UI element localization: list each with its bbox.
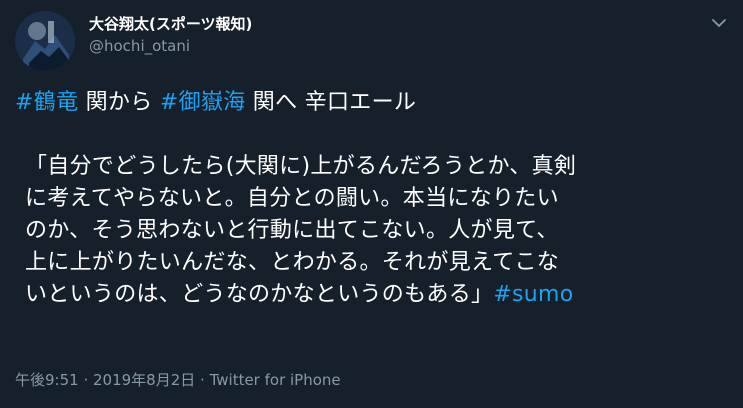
tweet-line-last: いというのは、どうなのかなというのもある」#sumo	[15, 279, 730, 311]
tweet-time[interactable]: 午後9:51	[15, 371, 79, 389]
hashtag-link[interactable]: #御嶽海	[160, 90, 246, 115]
tweet-text-segment: 関へ 辛口エール	[245, 90, 417, 115]
meta-separator: ·	[195, 371, 210, 389]
avatar[interactable]	[15, 11, 75, 71]
tweet-text-segment: 関から	[78, 90, 160, 115]
tweet-source[interactable]: Twitter for iPhone	[210, 371, 341, 389]
user-block[interactable]: 大谷翔太(スポーツ報知) @hochi_otani	[89, 14, 252, 56]
tweet-text: #鶴竜 関から #御嶽海 関へ 辛口エール 「自分でどうしたら(大関に)上がるん…	[15, 87, 730, 311]
display-name[interactable]: 大谷翔太(スポーツ報知)	[89, 14, 252, 34]
tweet-line: に考えてやらないと。自分との闘い。本当になりたい	[25, 186, 559, 211]
chevron-down-icon[interactable]	[710, 14, 728, 32]
tweet-line: 上に上がりたいんだな、とわかる。それが見えてこな	[25, 250, 560, 275]
tweet-line: のか、そう思わないと行動に出てこない。人が見て、	[25, 218, 559, 243]
tweet-text-segment: いというのは、どうなのかなというのもある」	[25, 282, 494, 307]
hashtag-link[interactable]: #鶴竜	[15, 90, 78, 115]
tweet-line: 「自分でどうしたら(大関に)上がるんだろうとか、真剣	[25, 154, 577, 179]
tweet-line-1: #鶴竜 関から #御嶽海 関へ 辛口エール	[15, 87, 730, 119]
hashtag-link[interactable]: #sumo	[493, 282, 573, 307]
tweet-metadata: 午後9:51 · 2019年8月2日 · Twitter for iPhone	[15, 370, 341, 390]
avatar-image	[15, 11, 75, 71]
tweet-card: 大谷翔太(スポーツ報知) @hochi_otani #鶴竜 関から #御嶽海 関…	[0, 0, 743, 408]
meta-separator: ·	[78, 371, 93, 389]
tweet-date[interactable]: 2019年8月2日	[93, 371, 195, 389]
user-handle[interactable]: @hochi_otani	[89, 36, 252, 56]
